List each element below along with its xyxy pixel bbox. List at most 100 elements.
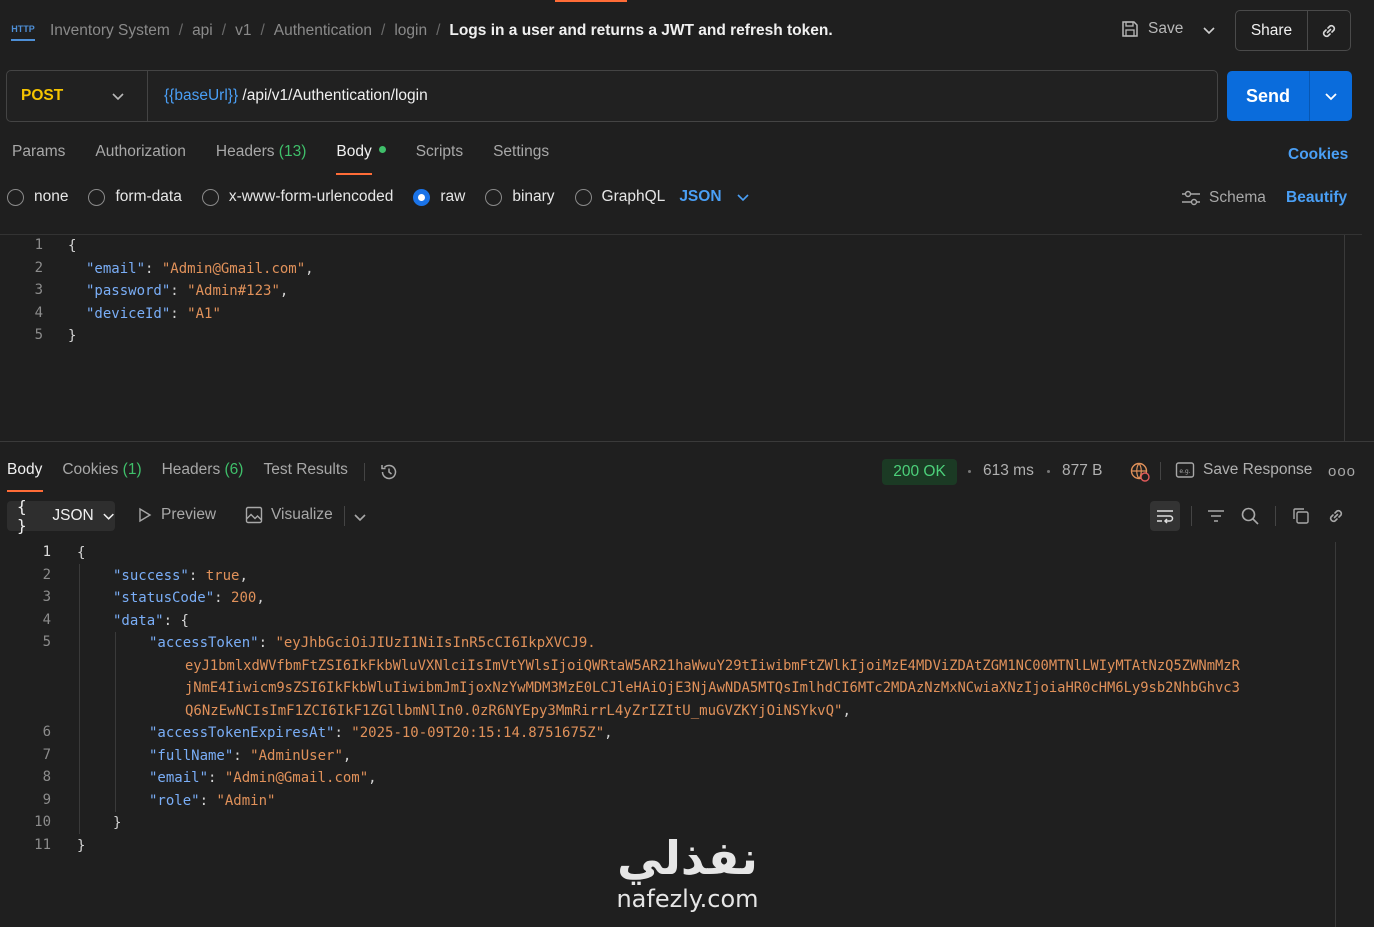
line-number: 9 — [42, 792, 51, 808]
status-badge[interactable]: 200 OK — [882, 459, 957, 485]
code-line: } — [77, 838, 86, 854]
code-line: { — [68, 238, 77, 254]
braces-icon: { } — [17, 497, 27, 535]
breadcrumb-item-login[interactable]: login — [394, 22, 427, 40]
meta-separator — [1047, 470, 1050, 473]
radio-button[interactable] — [574, 188, 592, 206]
chevron-down-icon[interactable] — [352, 509, 368, 525]
body-type-form-data[interactable]: form-data — [88, 188, 182, 206]
tab-headers[interactable]: Headers (13) — [216, 143, 306, 173]
response-time[interactable]: 613 ms — [983, 462, 1034, 480]
line-number: 11 — [34, 837, 51, 853]
code-line: "fullName": "AdminUser", — [149, 748, 352, 764]
tab-body[interactable]: Body — [336, 143, 386, 175]
chevron-down-icon — [1325, 93, 1337, 101]
url-path: /api/v1/Authentication/login — [238, 87, 428, 104]
preview-button[interactable]: Preview — [137, 506, 216, 524]
body-type-label: GraphQL — [601, 188, 666, 205]
copy-button[interactable] — [1291, 506, 1311, 526]
code-line: } — [68, 328, 77, 344]
tab-response-body[interactable]: Body — [7, 461, 44, 492]
tab-headers-label: Headers — [215, 143, 275, 160]
chevron-down-icon[interactable] — [1200, 21, 1218, 39]
body-type-label: x-www-form-urlencoded — [228, 188, 394, 205]
tab-authorization[interactable]: Authorization — [95, 143, 185, 173]
response-tabs: Body Cookies (1) Headers (6) Test Result… — [7, 461, 399, 492]
toolbar-divider — [344, 506, 345, 526]
cookies-link[interactable]: Cookies — [1288, 146, 1348, 164]
schema-label: Schema — [1209, 189, 1266, 206]
send-button[interactable]: Send — [1227, 71, 1310, 121]
cookies-count: (1) — [122, 461, 142, 478]
response-scrollbar[interactable] — [1335, 542, 1336, 927]
body-type-raw[interactable]: raw — [413, 188, 465, 206]
breadcrumb-item-authentication[interactable]: Authentication — [274, 22, 372, 40]
tab-response-cookies[interactable]: Cookies (1) — [62, 461, 141, 491]
line-number: 4 — [34, 305, 43, 321]
request-name[interactable]: Logs in a user and returns a JWT and ref… — [449, 22, 832, 40]
breadcrumb: Inventory System / api / v1/ Authenticatio… — [50, 22, 833, 40]
save-response-button[interactable]: e.g. Save Response — [1175, 461, 1312, 479]
radio-button[interactable] — [7, 188, 24, 206]
response-format-select[interactable]: { } JSON — [7, 497, 115, 535]
url-bar: POST {{baseUrl}} /api/v1/Authentication/… — [6, 70, 1218, 122]
line-number: 5 — [42, 634, 51, 650]
line-number: 2 — [42, 567, 51, 583]
editor-scrollbar[interactable] — [1344, 235, 1362, 442]
tab-scripts[interactable]: Scripts — [416, 143, 463, 173]
body-type-urlencoded[interactable]: x-www-form-urlencoded — [201, 188, 394, 206]
schema-button[interactable]: Schema — [1181, 189, 1266, 207]
beautify-button[interactable]: Beautify — [1286, 189, 1347, 207]
filter-button[interactable] — [1206, 506, 1226, 526]
meta-separator — [968, 470, 971, 473]
breadcrumb-item-collection[interactable]: Inventory System — [50, 22, 170, 40]
tab-body-label: Body — [336, 143, 372, 160]
watermark-arabic: نفذلي — [617, 831, 758, 885]
search-button[interactable] — [1240, 506, 1260, 526]
body-modified-dot — [378, 146, 386, 154]
tab-params[interactable]: Params — [12, 143, 65, 173]
line-number: 3 — [42, 589, 51, 605]
preview-label: Preview — [161, 506, 217, 523]
word-wrap-button[interactable] — [1150, 501, 1180, 531]
radio-button[interactable] — [201, 188, 219, 206]
sliders-icon — [1182, 190, 1200, 206]
line-number: 8 — [42, 769, 51, 785]
breadcrumb-item-api[interactable]: api — [192, 22, 213, 40]
tab-settings[interactable]: Settings — [493, 143, 549, 173]
code-line: "deviceId": "A1" — [86, 306, 221, 322]
body-type-none[interactable]: none — [7, 188, 68, 206]
share-button[interactable]: Share — [1236, 11, 1308, 50]
headers-count: (6) — [224, 461, 244, 478]
radio-button[interactable] — [88, 188, 106, 206]
visualize-button[interactable]: Visualize — [245, 506, 333, 524]
line-number: 2 — [34, 260, 43, 276]
code-line-wrapped: Q6NzEwNCIsImF1ZCI6IkF1ZGllbmNlIn0.0zR6NY… — [185, 703, 851, 719]
body-type-graphql[interactable]: GraphQL — [574, 188, 666, 206]
method-select[interactable]: POST — [7, 71, 148, 121]
tab-test-results[interactable]: Test Results — [263, 461, 347, 491]
breadcrumb-item-v1[interactable]: v1 — [235, 22, 251, 40]
pane-divider[interactable] — [0, 441, 1374, 442]
send-options-button[interactable] — [1310, 71, 1352, 121]
raw-format-select[interactable]: JSON — [679, 188, 749, 206]
code-line: { — [77, 545, 86, 561]
response-format-label: JSON — [52, 507, 94, 524]
more-options-button[interactable]: ooo — [1328, 463, 1356, 480]
body-type-binary[interactable]: binary — [485, 188, 555, 206]
radio-button-selected[interactable] — [413, 188, 431, 206]
toolbar-divider — [1191, 506, 1192, 526]
tab-response-headers[interactable]: Headers (6) — [162, 461, 244, 491]
response-size[interactable]: 877 B — [1062, 462, 1103, 480]
body-type-label: raw — [440, 188, 466, 205]
request-body-editor[interactable]: 1 { 2 "email": "Admin@Gmail.com", 3 "pas… — [0, 234, 1362, 442]
body-type-label: form-data — [115, 188, 182, 205]
copy-link-button[interactable] — [1308, 21, 1350, 41]
url-input[interactable]: {{baseUrl}} /api/v1/Authentication/login — [148, 87, 428, 105]
link-button[interactable] — [1326, 506, 1346, 526]
radio-button[interactable] — [485, 188, 503, 206]
history-icon[interactable] — [379, 462, 399, 482]
network-globe-icon[interactable] — [1129, 461, 1151, 483]
save-button[interactable]: Save — [1120, 19, 1183, 39]
line-number: 6 — [42, 724, 51, 740]
